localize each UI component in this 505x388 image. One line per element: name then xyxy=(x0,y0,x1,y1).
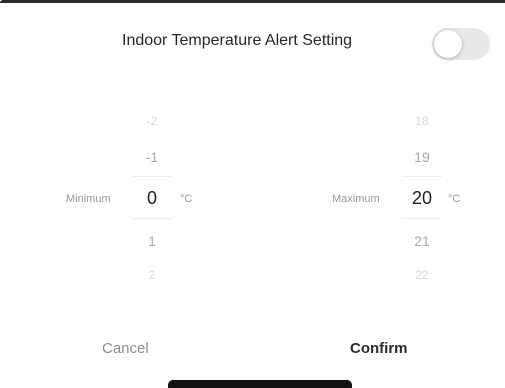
picker-divider xyxy=(402,176,442,177)
sheet-top-edge xyxy=(0,0,505,3)
picker-divider xyxy=(132,218,172,219)
confirm-button[interactable]: Confirm xyxy=(350,340,408,357)
alert-setting-title: Indoor Temperature Alert Setting xyxy=(122,32,353,49)
minimum-selected-value[interactable]: 0 xyxy=(126,188,178,209)
minimum-option[interactable]: 2 xyxy=(126,268,178,282)
maximum-option[interactable]: 21 xyxy=(396,233,448,249)
maximum-label: Maximum xyxy=(332,193,380,205)
cancel-button[interactable]: Cancel xyxy=(102,340,149,357)
maximum-option[interactable]: · xyxy=(396,86,448,97)
maximum-option[interactable]: 18 xyxy=(396,114,448,128)
home-indicator xyxy=(168,380,352,388)
minimum-option[interactable]: 1 xyxy=(126,233,178,249)
maximum-unit: °C xyxy=(448,193,461,205)
alert-toggle[interactable] xyxy=(432,28,490,60)
minimum-unit: °C xyxy=(180,193,193,205)
maximum-option[interactable]: 19 xyxy=(396,149,448,165)
minimum-option[interactable]: -2 xyxy=(126,114,178,128)
picker-divider xyxy=(132,176,172,177)
minimum-option[interactable]: -1 xyxy=(126,149,178,165)
maximum-selected-value[interactable]: 20 xyxy=(396,188,448,209)
maximum-option[interactable]: 22 xyxy=(396,268,448,282)
picker-divider xyxy=(402,218,442,219)
toggle-knob[interactable] xyxy=(434,30,462,58)
minimum-label: Minimum xyxy=(66,193,111,205)
